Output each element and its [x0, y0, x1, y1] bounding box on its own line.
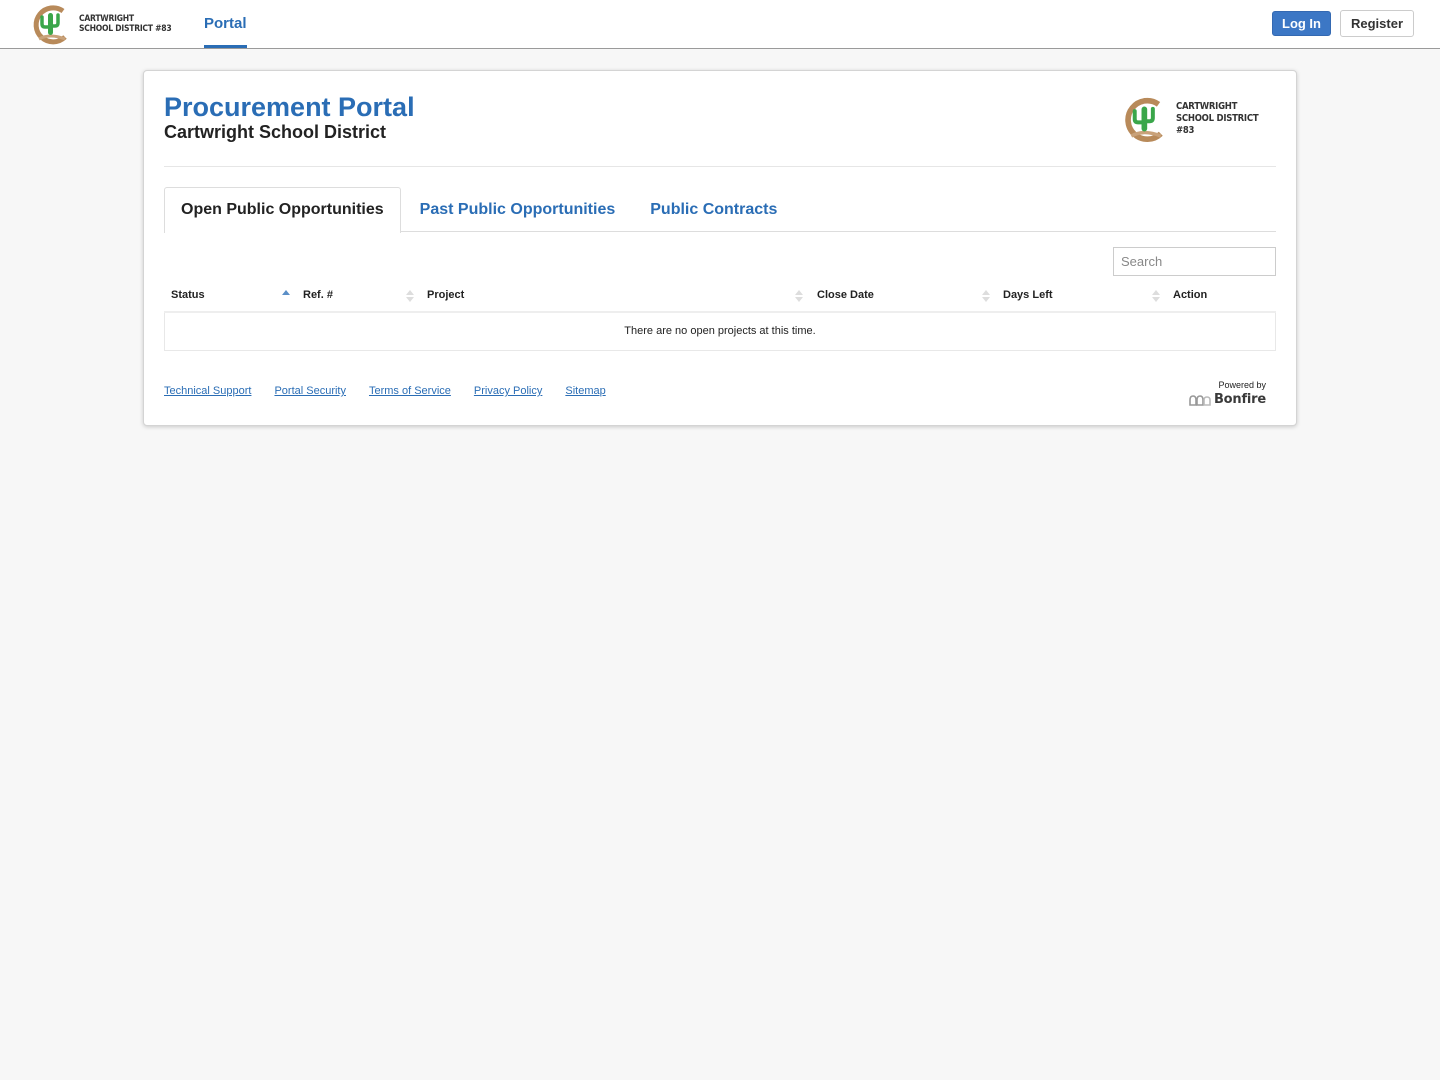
privacy-policy-link[interactable]: Privacy Policy	[474, 385, 542, 397]
bonfire-flame-icon	[1189, 394, 1211, 406]
header-divider	[164, 166, 1276, 167]
sort-unsorted-icon[interactable]	[406, 289, 414, 303]
logo-line-1: Cartwright	[1175, 101, 1237, 112]
table-header: Status Ref. # Project Close Date Days Le…	[164, 283, 1276, 313]
column-header-ref[interactable]: Ref. #	[303, 283, 403, 311]
bonfire-name: Bonfire	[1213, 392, 1266, 407]
brand-text: Cartwright School District #83	[79, 14, 172, 34]
nav-portal-link[interactable]: Portal	[204, 0, 247, 48]
column-label: Ref. #	[303, 289, 333, 301]
search-input[interactable]	[1113, 247, 1276, 276]
tab-public-contracts[interactable]: Public Contracts	[633, 187, 794, 232]
portal-security-link[interactable]: Portal Security	[274, 385, 346, 397]
portal-card: Procurement Portal Cartwright School Dis…	[143, 70, 1297, 426]
column-label: Status	[171, 289, 205, 301]
powered-by-label: Powered by	[1218, 380, 1266, 390]
terms-of-service-link[interactable]: Terms of Service	[369, 385, 451, 397]
column-label: Action	[1173, 289, 1208, 301]
empty-table-message: There are no open projects at this time.	[164, 313, 1276, 351]
column-label: Close Date	[817, 289, 874, 301]
logo-line-2: School District #83	[1175, 113, 1259, 136]
bonfire-brand: Bonfire	[1184, 392, 1266, 407]
district-logo: Cartwright School District #83	[1120, 95, 1296, 143]
district-brand[interactable]: Cartwright School District #83	[29, 3, 188, 45]
sort-unsorted-icon[interactable]	[1152, 289, 1160, 303]
footer-links: Technical Support Portal Security Terms …	[164, 385, 629, 397]
logo-text: Cartwright School District #83	[1176, 101, 1278, 137]
register-button[interactable]: Register	[1340, 10, 1414, 37]
tab-past-public-opportunities[interactable]: Past Public Opportunities	[401, 187, 634, 232]
powered-by-bonfire[interactable]: Powered by Bonfire	[1184, 380, 1266, 407]
login-button[interactable]: Log In	[1272, 11, 1331, 36]
sitemap-link[interactable]: Sitemap	[565, 385, 605, 397]
opportunity-tabs: Open Public Opportunities Past Public Op…	[164, 187, 1276, 233]
page-subtitle: Cartwright School District	[164, 122, 387, 142]
sort-unsorted-icon[interactable]	[795, 289, 803, 303]
top-navbar: Cartwright School District #83 Portal Lo…	[0, 0, 1440, 49]
technical-support-link[interactable]: Technical Support	[164, 385, 251, 397]
column-header-action[interactable]: Action	[1173, 283, 1273, 311]
column-header-close-date[interactable]: Close Date	[817, 283, 977, 311]
column-label: Project	[427, 289, 465, 301]
cactus-logo-icon	[33, 5, 67, 45]
column-header-days-left[interactable]: Days Left	[1003, 283, 1143, 311]
column-label: Days Left	[1003, 289, 1053, 301]
opportunities-table: Status Ref. # Project Close Date Days Le…	[164, 283, 1276, 351]
column-header-project[interactable]: Project	[427, 283, 787, 311]
column-header-status[interactable]: Status	[171, 283, 297, 311]
tab-open-public-opportunities[interactable]: Open Public Opportunities	[164, 187, 401, 233]
page-title: Procurement Portal	[164, 92, 415, 122]
sort-ascending-icon[interactable]	[282, 289, 290, 303]
cactus-logo-icon	[1125, 97, 1163, 143]
brand-line-2: School District #83	[79, 24, 172, 34]
sort-unsorted-icon[interactable]	[982, 289, 990, 303]
brand-line-1: Cartwright	[79, 14, 134, 24]
